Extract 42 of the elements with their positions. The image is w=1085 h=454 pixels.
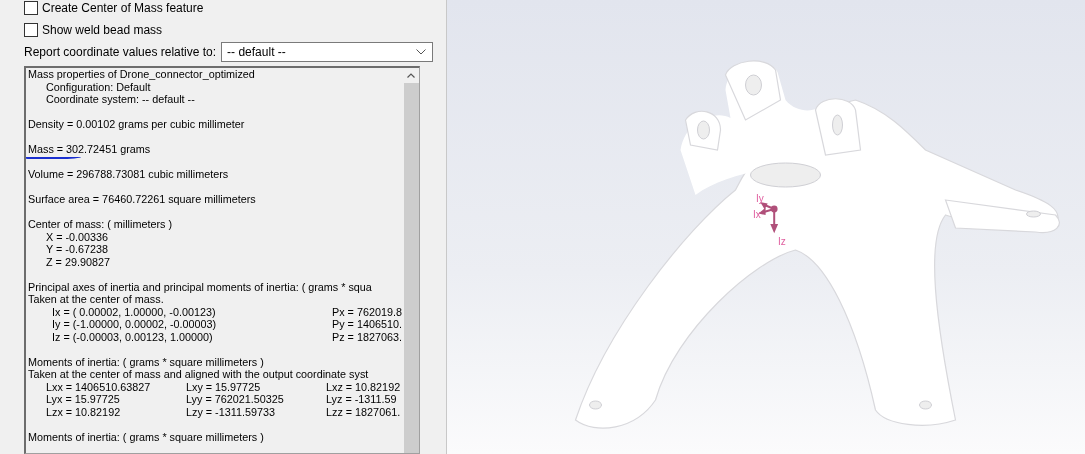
axis-label: Iz xyxy=(778,237,786,247)
field-label: Report coordinate values relative to: xyxy=(24,45,217,59)
report-value: Lxy = 15.97725 xyxy=(186,380,262,393)
report-value: Lzz = 1827061. xyxy=(326,405,402,418)
report-value: Lyx = 15.97725 xyxy=(46,393,121,406)
report-value: Lyz = -1311.59 xyxy=(326,393,398,406)
checkbox[interactable] xyxy=(24,23,38,37)
report-value: Lxz = 10.82192 xyxy=(326,380,402,393)
report-line: Taken at the center of mass and aligned with the output coordinate syst xyxy=(28,368,369,380)
report-line: Y = -0.67238 xyxy=(46,243,108,255)
report-value: Iz = (-0.00003, 0.00123, 1.00000) xyxy=(52,330,214,343)
scroll-up-icon[interactable] xyxy=(407,73,415,78)
report-value: Lxx = 1406510.63827 xyxy=(46,380,152,393)
report-line: Volume = 296788.73081 cubic millimeters xyxy=(28,168,229,180)
report-line: Surface area = 76460.72261 square millimeters xyxy=(28,193,256,205)
axis-label: Iy xyxy=(756,194,764,204)
report-line: Moments of inertia: ( grams * square millimeters ) xyxy=(28,355,264,368)
report-value: Lyy = 762021.50325 xyxy=(186,393,285,406)
report-value: Py = 1406510. xyxy=(332,318,403,331)
report-line: Mass properties of Drone_connector_optimized xyxy=(28,68,255,80)
report-line: Configuration: Default xyxy=(46,80,151,93)
report-line: Moments of inertia: ( grams * square millimeters ) xyxy=(28,430,264,443)
coordinate-dropdown[interactable]: -- default -- xyxy=(221,42,434,62)
report-line: Center of mass: ( millimeters ) xyxy=(28,218,172,230)
report-value: Iy = (-1.00000, 0.00002, -0.00003) xyxy=(52,318,218,331)
checkbox[interactable] xyxy=(24,1,38,15)
report-value: Pz = 1827063. xyxy=(332,330,403,343)
report-line: Taken at the center of mass. xyxy=(28,293,164,305)
report-value: Px = 762019.8 xyxy=(332,305,403,318)
report-line: Z = 29.90827 xyxy=(46,255,110,268)
caret-icon xyxy=(416,49,427,55)
report-line: Principal axes of inertia and principal moments of inertia: ( grams * squa xyxy=(28,280,372,293)
report-line: Coordinate system: -- default -- xyxy=(46,93,195,105)
report-value: Ix = ( 0.00002, 1.00000, -0.00123) xyxy=(52,305,217,318)
report-value: Lzx = 10.82192 xyxy=(46,405,122,418)
checkbox-label[interactable]: Show weld bead mass xyxy=(42,23,163,37)
checkbox-label[interactable]: Create Center of Mass feature xyxy=(42,1,204,15)
axis-label: Ix xyxy=(753,210,761,220)
report-value: Lzy = -1311.59733 xyxy=(186,405,276,418)
report-line: Density = 0.00102 grams per cubic millimeter xyxy=(28,118,245,130)
report-line: X = -0.00336 xyxy=(46,230,109,243)
report-line: Mass = 302.72451 grams xyxy=(28,143,151,155)
